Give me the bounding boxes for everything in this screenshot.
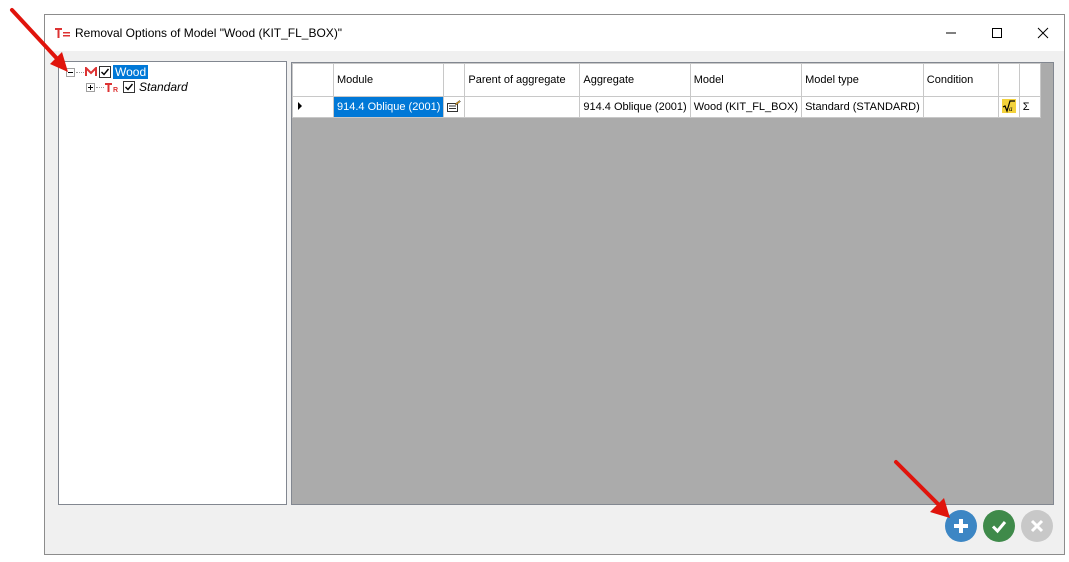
tree-root-checkbox[interactable] — [99, 66, 111, 78]
cancel-button[interactable] — [1021, 510, 1053, 542]
tree-node-standard[interactable]: R Standard — [86, 79, 188, 95]
cell-model-type[interactable]: Standard (STANDARD) — [801, 96, 924, 118]
row-header-corner — [292, 63, 334, 97]
maximize-icon — [992, 28, 1002, 38]
annotation-arrow-tree — [10, 8, 68, 72]
column-header-sum[interactable] — [1018, 63, 1041, 97]
tree-node-root[interactable]: Wood — [66, 64, 149, 80]
model-icon — [85, 67, 97, 76]
cell-aggregate[interactable]: 914.4 Oblique (2001) — [579, 96, 691, 118]
expand-toggle[interactable] — [86, 82, 95, 92]
cell-sum-button[interactable]: Σ — [1018, 96, 1041, 118]
table-row[interactable]: 914.4 Oblique (2001) 914.4 Oblique (2001… — [292, 96, 1041, 118]
grid-table: Module Parent of aggregate Aggregate Mod… — [292, 63, 1041, 118]
cell-model[interactable]: Wood (KIT_FL_BOX) — [689, 96, 803, 118]
column-header-formula[interactable] — [997, 63, 1020, 97]
column-header-parent-of-aggregate[interactable]: Parent of aggregate — [464, 63, 581, 97]
grid-header-row: Module Parent of aggregate Aggregate Mod… — [292, 63, 1041, 97]
annotation-arrow-add — [894, 460, 950, 518]
minimize-icon — [946, 32, 956, 34]
removal-options-grid[interactable]: Module Parent of aggregate Aggregate Mod… — [291, 62, 1054, 505]
window-title: Removal Options of Model "Wood (KIT_FL_B… — [75, 26, 343, 40]
cell-module[interactable]: 914.4 Oblique (2001) — [332, 96, 445, 118]
model-tree[interactable]: Wood R Standard — [58, 61, 287, 505]
column-header-aggregate[interactable]: Aggregate — [579, 63, 691, 97]
tree-root-label[interactable]: Wood — [113, 65, 149, 79]
maximize-button[interactable] — [974, 15, 1020, 51]
cell-formula-button[interactable]: a — [997, 96, 1020, 118]
cancel-icon — [1030, 519, 1044, 533]
svg-text:R: R — [113, 87, 118, 93]
close-button[interactable] — [1020, 15, 1066, 51]
cell-edit-button[interactable] — [443, 96, 466, 118]
edit-list-icon — [447, 99, 462, 112]
column-header-condition[interactable]: Condition — [922, 63, 999, 97]
cell-parent-of-aggregate[interactable] — [464, 96, 581, 118]
tree-standard-label[interactable]: Standard — [137, 80, 188, 94]
formula-icon: a — [1001, 98, 1016, 113]
minimize-button[interactable] — [928, 15, 974, 51]
title-bar: Removal Options of Model "Wood (KIT_FL_B… — [45, 15, 1064, 51]
cell-condition[interactable] — [922, 96, 999, 118]
model-type-icon: R — [105, 82, 118, 93]
row-header[interactable] — [292, 96, 334, 118]
check-icon — [991, 521, 1007, 534]
column-header-model[interactable]: Model — [689, 63, 803, 97]
tree-standard-checkbox[interactable] — [123, 81, 135, 93]
confirm-button[interactable] — [983, 510, 1015, 542]
row-pointer-icon — [298, 101, 302, 110]
column-header-module[interactable]: Module — [332, 63, 445, 97]
close-icon — [1037, 27, 1049, 39]
column-header-blank[interactable] — [443, 63, 466, 97]
svg-text:a: a — [1009, 105, 1013, 113]
column-header-model-type[interactable]: Model type — [801, 63, 924, 97]
